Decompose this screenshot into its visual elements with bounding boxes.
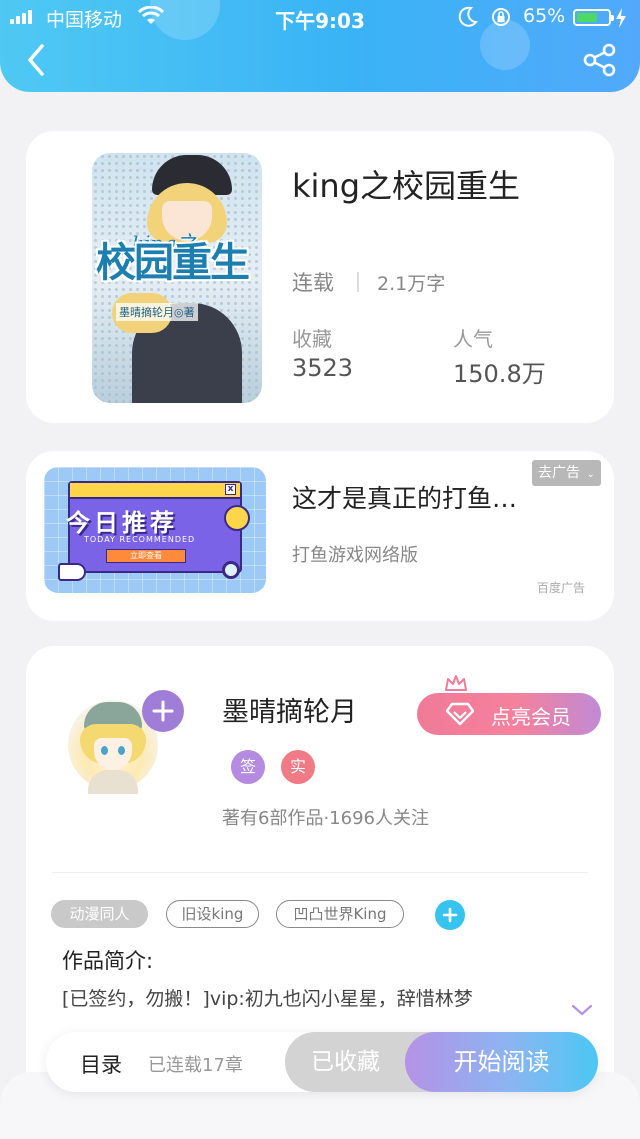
remove-ad-label: 去广告	[538, 465, 580, 481]
chapter-count: 已连载17章	[148, 1055, 243, 1076]
ad-card[interactable]: x 今日推荐 TODAY RECOMMENDED 立即查看 这才是真正的打鱼… …	[26, 451, 614, 621]
divider	[52, 872, 588, 873]
battery-icon	[573, 9, 614, 26]
verified-badge-text: 实	[289, 757, 306, 776]
favorites-label: 收藏	[292, 327, 332, 351]
planet-icon	[224, 505, 250, 531]
ad-image[interactable]: x 今日推荐 TODAY RECOMMENDED 立即查看	[44, 467, 266, 593]
vip-label: 点亮会员	[491, 705, 571, 729]
ad-title[interactable]: 这才是真正的打鱼…	[292, 479, 517, 515]
signed-badge: 签	[231, 750, 265, 784]
ad-source: 百度广告	[537, 581, 586, 595]
popularity-label: 人气	[453, 327, 493, 351]
magnifier-icon	[222, 561, 240, 579]
battery-percent: 65%	[523, 5, 566, 27]
charging-bolt-icon	[616, 8, 626, 28]
divider	[357, 272, 359, 292]
cover-title-text: 校园重生	[96, 239, 250, 286]
back-button[interactable]	[20, 40, 52, 80]
book-title: king之校园重生	[292, 167, 521, 205]
collected-label: 已收藏	[311, 1049, 380, 1075]
signed-badge-text: 签	[239, 757, 256, 776]
rotation-lock-icon	[492, 8, 510, 26]
author-stats: 著有6部作品·1696人关注	[222, 808, 429, 829]
word-count: 2.1万字	[377, 273, 446, 295]
status-bar: 中国移动 下午9:03 65%	[0, 0, 640, 36]
intro-label: 作品简介:	[62, 949, 154, 973]
plus-icon	[442, 907, 458, 923]
battery-fill	[577, 13, 597, 22]
ad-image-button: 立即查看	[106, 549, 186, 563]
tag-chip[interactable]: 凹凸世界King	[276, 900, 404, 928]
author-name[interactable]: 墨晴摘轮月	[222, 690, 357, 729]
remove-ad-button[interactable]: 去广告 ⌄	[532, 460, 601, 486]
start-reading-button[interactable]: 开始阅读	[405, 1032, 598, 1092]
activate-vip-button[interactable]: 点亮会员	[417, 693, 601, 735]
book-cover[interactable]: king之 校园重生 墨晴摘轮月◎著	[92, 153, 262, 403]
plus-icon	[152, 700, 174, 722]
add-tag-button[interactable]	[435, 900, 465, 930]
intro-text: [已签约，勿搬！]vip:初九也闪小星星，辞惜林梦	[62, 988, 473, 1010]
follow-author-button[interactable]	[142, 690, 184, 732]
favorites-value: 3523	[292, 354, 354, 382]
book-status: 连载	[292, 271, 334, 295]
share-button[interactable]	[582, 42, 618, 78]
megaphone-icon	[58, 563, 86, 581]
start-reading-label: 开始阅读	[453, 1048, 550, 1076]
book-info-card: king之 校园重生 墨晴摘轮月◎著 king之校园重生 连载 2.1万字 收藏…	[26, 131, 614, 423]
chevron-down-icon: ⌄	[586, 469, 595, 480]
crown-icon	[445, 675, 467, 691]
verified-badge: 实	[281, 750, 315, 784]
header: 中国移动 下午9:03 65%	[0, 0, 640, 92]
cover-author-text: 墨晴摘轮月◎著	[116, 303, 198, 321]
toc-button[interactable]: 目录	[80, 1049, 122, 1079]
popularity-value: 150.8万	[453, 360, 546, 388]
ad-image-headline: 今日推荐	[66, 509, 178, 537]
diamond-icon	[445, 702, 475, 726]
moon-icon	[458, 6, 478, 27]
ad-subtitle: 打鱼游戏网络版	[292, 545, 418, 566]
tag-chip[interactable]: 旧设king	[166, 900, 259, 928]
expand-chevron-icon[interactable]	[570, 1002, 594, 1018]
ad-image-subline: TODAY RECOMMENDED	[84, 535, 196, 544]
tag-chip[interactable]: 动漫同人	[51, 900, 148, 928]
bottom-action-bar: 目录 已连载17章 已收藏 开始阅读	[46, 1032, 598, 1092]
